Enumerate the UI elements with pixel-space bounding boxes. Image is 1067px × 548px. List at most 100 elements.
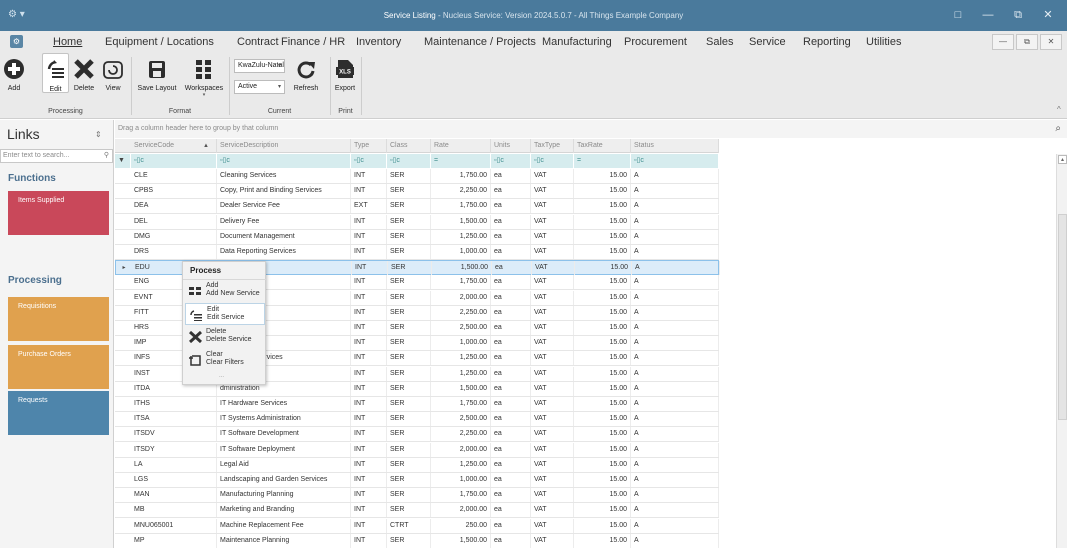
app-menu-icon[interactable]: ⚙ <box>10 35 23 48</box>
filter-servicedescription[interactable]: ▫▯c <box>217 154 351 168</box>
collapse-ribbon-icon[interactable]: ^ <box>1057 105 1061 114</box>
table-row[interactable]: DEA Dealer Service Fee EXT SER 1,750.00 ea VAT… <box>115 199 719 215</box>
context-delete-item[interactable]: Delete Delete Service <box>185 326 265 348</box>
tile-requisitions[interactable]: Requisitions <box>8 297 109 341</box>
save-layout-button[interactable]: Save Layout <box>133 53 181 92</box>
col-header-taxrate[interactable]: TaxRate <box>574 139 631 153</box>
workspaces-button[interactable]: Workspaces ▾ <box>183 53 225 98</box>
restore-button[interactable]: ⧉ <box>1003 0 1033 31</box>
cell-taxtype: VAT <box>531 503 574 518</box>
minimize-button[interactable]: — <box>973 0 1003 31</box>
menu-maintenance-projects[interactable]: Maintenance / Projects <box>424 36 536 48</box>
links-pin-icon[interactable]: ⇕ <box>95 130 102 139</box>
mdi-restore-button[interactable]: ⧉ <box>1016 34 1038 50</box>
export-button[interactable]: XLS Export <box>332 53 358 92</box>
cell-taxrate: 15.00 <box>574 518 631 533</box>
menu-contract[interactable]: Contract <box>237 36 279 48</box>
filter-funnel-icon[interactable]: ▼ <box>115 154 131 168</box>
filter-type[interactable]: ▫▯c <box>351 154 387 168</box>
col-header-class[interactable]: Class <box>387 139 431 153</box>
table-row[interactable]: CLE Cleaning Services INT SER 1,750.00 ea VAT 1… <box>115 169 719 184</box>
menu-home[interactable]: Home <box>53 36 82 48</box>
group-processing: Processing <box>48 108 83 115</box>
menu-sales[interactable]: Sales <box>706 36 734 48</box>
filter-taxtype[interactable]: ▫▯c <box>531 154 574 168</box>
region-select[interactable]: KwaZulu-Natal ▾ <box>234 59 285 73</box>
context-edit-item[interactable]: Edit Edit Service <box>185 303 265 325</box>
close-button[interactable]: ✕ <box>1033 0 1063 31</box>
table-row[interactable]: LGS Landscaping and Garden Services INT SER… <box>115 473 719 488</box>
scroll-up-icon[interactable]: ▴ <box>1058 155 1067 164</box>
col-header-units[interactable]: Units <box>491 139 531 153</box>
table-row[interactable]: ITHS IT Hardware Services INT SER 1,750.00 ea… <box>115 397 719 412</box>
col-header-taxtype[interactable]: TaxType <box>531 139 574 153</box>
col-header-servicecode[interactable]: ServiceCode ▲ <box>131 139 217 153</box>
tile-requests[interactable]: Requests <box>8 391 109 435</box>
table-row[interactable]: ITSDV IT Software Development INT SER 2,250.… <box>115 427 719 443</box>
filter-units[interactable]: ▫▯c <box>491 154 531 168</box>
menu-inventory[interactable]: Inventory <box>356 36 401 48</box>
view-button[interactable]: View <box>102 53 124 92</box>
menu-equipment-locations[interactable]: Equipment / Locations <box>105 36 214 48</box>
col-header-servicedescription[interactable]: ServiceDescription <box>217 139 351 153</box>
cell-taxtype: VAT <box>531 275 574 290</box>
group-panel[interactable]: Drag a column header here to group by th… <box>115 120 1067 138</box>
cell-taxtype: VAT <box>531 518 574 533</box>
table-row[interactable]: DRS Data Reporting Services INT SER 1,000.00… <box>115 245 719 260</box>
menu-finance-hr[interactable]: Finance / HR <box>281 36 345 48</box>
table-row[interactable]: MAN Manufacturing Planning INT SER 1,750.00 e… <box>115 488 719 504</box>
cell-class: SER <box>387 169 431 183</box>
cell-rate: 1,000.00 <box>431 245 491 259</box>
context-clear-item[interactable]: Clear Clear Filters <box>185 349 265 371</box>
filter-taxrate[interactable]: = <box>574 154 631 168</box>
delete-button[interactable]: Delete <box>70 53 98 92</box>
cell-taxrate: 15.00 <box>574 473 631 487</box>
menu-procurement[interactable]: Procurement <box>624 36 687 48</box>
scrollbar-thumb[interactable] <box>1058 214 1067 420</box>
cell-units: ea <box>491 503 531 518</box>
tile-purchase-orders[interactable]: Purchase Orders <box>8 345 109 389</box>
table-row[interactable]: CPBS Copy, Print and Binding Services INT S… <box>115 184 719 200</box>
group-hint-text: Drag a column header here to group by th… <box>118 125 279 132</box>
col-header-status[interactable]: Status <box>631 139 719 153</box>
table-row[interactable]: MNU065001 Machine Replacement Fee INT CTRT 2… <box>115 518 719 534</box>
cell-units: ea <box>491 473 531 487</box>
table-row[interactable]: DEL Delivery Fee INT SER 1,500.00 ea VAT 15.00 A <box>115 214 719 230</box>
menu-service[interactable]: Service <box>749 36 786 48</box>
find-search-icon[interactable]: ⌕ <box>1055 120 1061 138</box>
filter-class[interactable]: ▫▯c <box>387 154 431 168</box>
vertical-scrollbar[interactable]: ▴ <box>1056 154 1067 548</box>
col-header-rate[interactable]: Rate <box>431 139 491 153</box>
cell-code: CLE <box>131 169 217 183</box>
row-indicator <box>115 215 131 230</box>
links-search-input[interactable]: Enter text to search... ⚲ <box>0 149 113 163</box>
restore-layout-icon[interactable]: □ <box>943 0 973 31</box>
refresh-button[interactable]: Refresh <box>288 53 324 92</box>
table-row[interactable]: ITSDY IT Software Deployment INT SER 2,000.0… <box>115 442 719 458</box>
tile-items-supplied[interactable]: Items Supplied <box>8 191 109 235</box>
table-row[interactable]: MB Marketing and Branding INT SER 2,000.00 ea… <box>115 503 719 519</box>
table-row[interactable]: MP Maintenance Planning INT SER 1,500.00 ea VA… <box>115 533 719 548</box>
cell-units: ea <box>492 261 532 276</box>
status-select[interactable]: Active ▾ <box>234 80 285 94</box>
add-button[interactable]: Add <box>2 53 26 92</box>
menu-manufacturing[interactable]: Manufacturing <box>542 36 612 48</box>
table-row[interactable]: DMG Document Management INT SER 1,250.00 ea VA… <box>115 229 719 245</box>
cell-rate: 2,000.00 <box>431 503 491 518</box>
mdi-minimize-button[interactable]: — <box>992 34 1014 50</box>
filter-servicecode[interactable]: ▫▯c <box>131 154 217 168</box>
mdi-close-button[interactable]: ✕ <box>1040 34 1062 50</box>
filter-rate[interactable]: = <box>431 154 491 168</box>
cell-type: INT <box>351 366 387 381</box>
filter-status[interactable]: ▫▯c <box>631 154 719 168</box>
edit-icon <box>190 310 202 321</box>
col-header-type[interactable]: Type <box>351 139 387 153</box>
search-icon[interactable]: ⚲ <box>104 150 109 162</box>
table-row[interactable]: LA Legal Aid INT SER 1,250.00 ea VAT 15.00 A <box>115 457 719 473</box>
table-row[interactable]: ITSA IT Systems Administration INT SER 2,500… <box>115 412 719 428</box>
context-add-item[interactable]: Add Add New Service <box>185 280 265 302</box>
menu-reporting[interactable]: Reporting <box>803 36 851 48</box>
edit-button[interactable]: Edit <box>42 53 69 93</box>
cell-code: DRS <box>131 245 217 259</box>
menu-utilities[interactable]: Utilities <box>866 36 901 48</box>
